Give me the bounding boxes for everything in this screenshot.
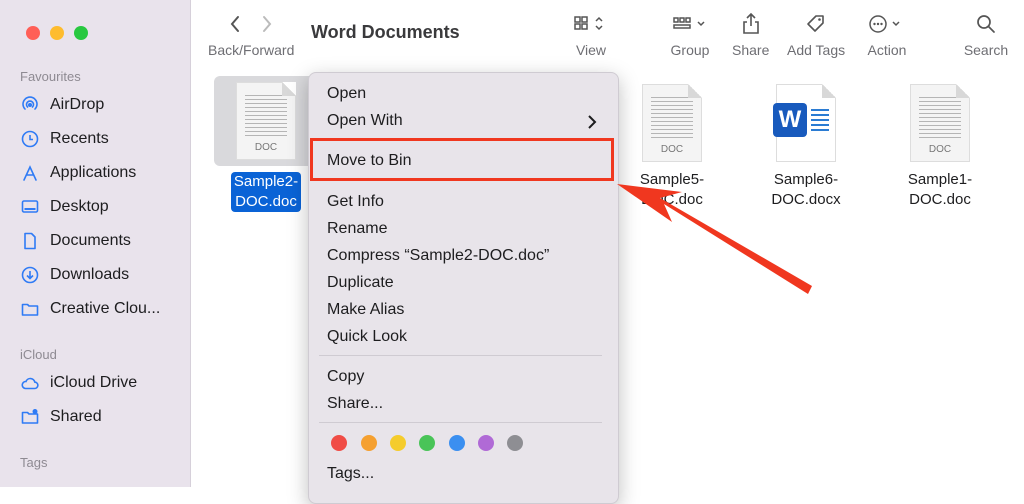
red-arrow-annotation [617, 184, 812, 294]
